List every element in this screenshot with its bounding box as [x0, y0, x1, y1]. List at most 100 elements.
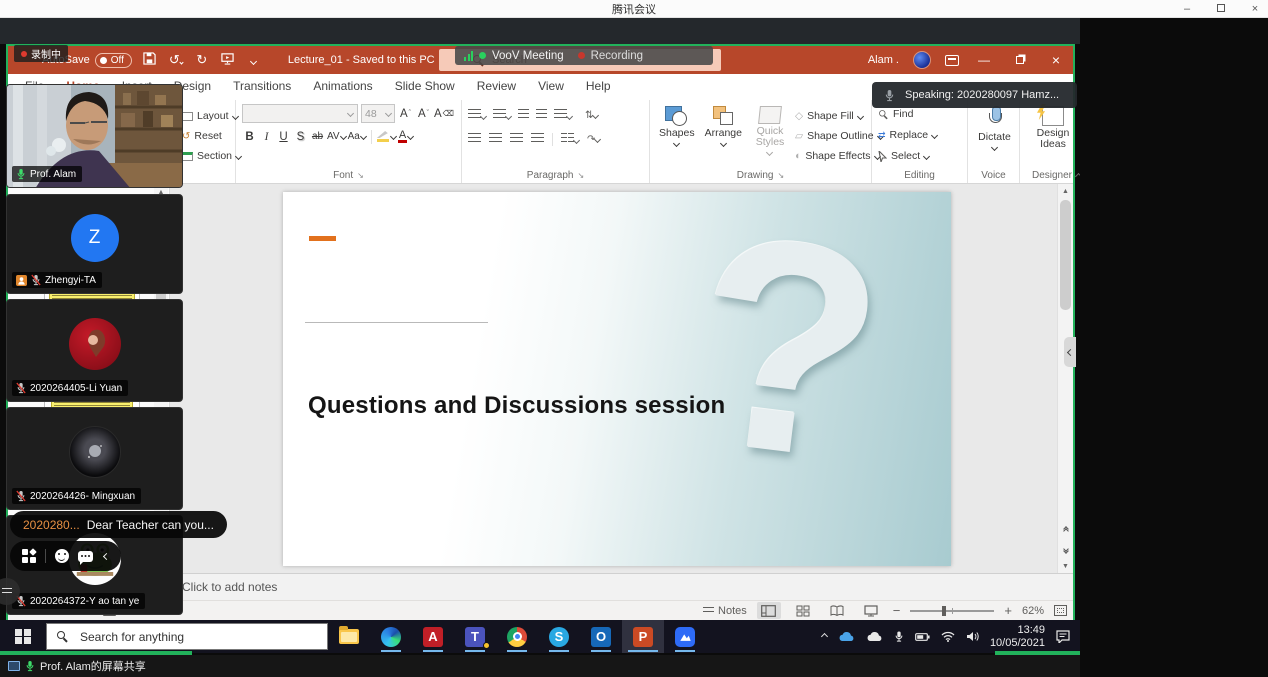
design-ideas-button[interactable]: Design Ideas: [1031, 104, 1075, 168]
convert-smartart-button[interactable]: ↷: [587, 134, 600, 145]
shape-fill-button[interactable]: ◇Shape Fill: [795, 107, 883, 125]
align-center-button[interactable]: [489, 130, 502, 148]
cloud-sync-icon[interactable]: [866, 631, 883, 642]
font-name-combobox[interactable]: [242, 104, 358, 123]
align-left-button[interactable]: [468, 130, 481, 148]
drawing-dialog-launcher[interactable]: ↘: [777, 171, 784, 180]
scrollbar-thumb[interactable]: [1060, 200, 1071, 310]
save-button[interactable]: [142, 52, 158, 69]
scroll-down-icon[interactable]: ▼: [1058, 559, 1073, 573]
align-right-button[interactable]: [510, 130, 523, 148]
character-spacing-button[interactable]: AV: [327, 128, 346, 145]
participant-tile-zhengyi[interactable]: Z Zhengyi-TA: [6, 194, 183, 294]
teams-taskbar-icon[interactable]: T: [454, 620, 496, 653]
start-button[interactable]: [0, 620, 46, 653]
voov-taskbar-icon[interactable]: [664, 620, 706, 653]
tab-slide-show[interactable]: Slide Show: [384, 75, 466, 100]
section-button[interactable]: Section: [182, 147, 241, 165]
dictate-button[interactable]: Dictate: [975, 104, 1014, 168]
ribbon-display-options-icon[interactable]: [945, 55, 959, 66]
tab-view[interactable]: View: [527, 75, 575, 100]
slide-title[interactable]: Questions and Discussions session: [308, 392, 725, 420]
shape-outline-button[interactable]: ▱Shape Outline: [795, 127, 883, 145]
italic-button[interactable]: I: [259, 128, 274, 145]
edge-taskbar-icon[interactable]: [370, 620, 412, 653]
chat-message-popup[interactable]: 2020280... Dear Teacher can you...: [10, 511, 227, 538]
account-name[interactable]: Alam .: [868, 54, 899, 66]
layout-button[interactable]: Layout: [182, 107, 241, 125]
taskbar-clock[interactable]: 13:49 10/05/2021: [990, 624, 1045, 650]
bullets-button[interactable]: [468, 106, 486, 124]
volume-icon[interactable]: [966, 631, 979, 642]
chat-button[interactable]: [78, 551, 93, 562]
taskbar-search-box[interactable]: [46, 623, 328, 650]
highlight-color-button[interactable]: [377, 128, 396, 145]
action-center-icon[interactable]: [1056, 630, 1070, 643]
shapes-button[interactable]: Shapes: [656, 104, 698, 168]
participant-tile-prof-alam[interactable]: Prof. Alam: [6, 84, 183, 188]
start-presentation-button[interactable]: [220, 52, 236, 69]
line-spacing-button[interactable]: [554, 106, 572, 124]
current-slide[interactable]: Questions and Discussions session ?: [283, 192, 951, 566]
tab-transitions[interactable]: Transitions: [222, 75, 302, 100]
grow-font-button[interactable]: Aˆ: [398, 105, 413, 122]
battery-icon[interactable]: [915, 632, 930, 642]
strikethrough-button[interactable]: ab: [310, 128, 325, 145]
file-explorer-taskbar-icon[interactable]: [328, 620, 370, 653]
tab-help[interactable]: Help: [575, 75, 622, 100]
customize-qat-button[interactable]: [246, 52, 262, 68]
change-case-button[interactable]: Aa: [348, 128, 366, 145]
tab-review[interactable]: Review: [466, 75, 527, 100]
reading-view-button[interactable]: [825, 602, 849, 619]
ppt-close-button[interactable]: ×: [1045, 52, 1067, 68]
reset-button[interactable]: ↺Reset: [182, 127, 241, 145]
decrease-indent-button[interactable]: [518, 106, 529, 124]
taskbar-search-input[interactable]: [78, 629, 258, 645]
select-button[interactable]: Select: [878, 147, 963, 165]
increase-indent-button[interactable]: [536, 106, 547, 124]
replace-button[interactable]: ⇄Replace: [878, 126, 963, 144]
powerpoint-taskbar-icon[interactable]: P: [622, 620, 664, 653]
quick-styles-button[interactable]: Quick Styles: [749, 104, 791, 168]
tray-expand-icon[interactable]: [822, 634, 827, 639]
participant-tile-mingxuan[interactable]: 2020264426- Mingxuan: [6, 407, 183, 510]
microphone-tray-icon[interactable]: [894, 630, 904, 643]
outlook-taskbar-icon[interactable]: O: [580, 620, 622, 653]
os-close-button[interactable]: ×: [1246, 3, 1264, 15]
voov-meeting-overlay-bar[interactable]: VooV Meeting Recording: [455, 46, 713, 65]
previous-slide-button[interactable]: [1060, 523, 1071, 537]
normal-view-button[interactable]: [757, 602, 781, 619]
canvas-scrollbar[interactable]: ▲ ▼: [1057, 184, 1073, 573]
document-title[interactable]: Lecture_01 - Saved to this PC: [288, 54, 446, 66]
underline-button[interactable]: U: [276, 128, 291, 145]
apps-button[interactable]: [22, 549, 36, 563]
slide-sorter-view-button[interactable]: [791, 602, 815, 619]
zoom-level[interactable]: 62%: [1022, 605, 1044, 617]
shrink-font-button[interactable]: Aˇ: [416, 105, 431, 122]
clear-formatting-button[interactable]: A⌫: [434, 105, 454, 122]
chrome-taskbar-icon[interactable]: [496, 620, 538, 653]
scroll-up-icon[interactable]: ▲: [1058, 184, 1073, 198]
skype-taskbar-icon[interactable]: S: [538, 620, 580, 653]
text-direction-button[interactable]: ⇅: [585, 110, 598, 121]
participant-tile-li-yuan[interactable]: 2020264405-Li Yuan: [6, 299, 183, 402]
fit-slide-to-window-button[interactable]: [1054, 605, 1067, 616]
notes-pane[interactable]: Click to add notes: [170, 573, 1073, 600]
video-panel-collapse-handle[interactable]: [1064, 337, 1076, 367]
tab-animations[interactable]: Animations: [302, 75, 383, 100]
undo-button[interactable]: ↺: [168, 52, 184, 68]
numbering-button[interactable]: [493, 106, 511, 124]
collapse-toolbar-button[interactable]: [102, 552, 109, 559]
arrange-button[interactable]: Arrange: [702, 104, 745, 168]
wifi-icon[interactable]: [941, 631, 955, 642]
justify-button[interactable]: [531, 130, 544, 148]
onedrive-icon[interactable]: [838, 631, 855, 642]
redo-button[interactable]: ↻: [194, 52, 210, 68]
reactions-button[interactable]: [55, 549, 69, 563]
zoom-in-button[interactable]: +: [1004, 603, 1012, 618]
zoom-slider[interactable]: [910, 610, 994, 612]
zoom-slider-thumb[interactable]: [942, 606, 946, 616]
zoom-out-button[interactable]: −: [893, 603, 901, 618]
columns-button[interactable]: [561, 130, 579, 148]
shape-effects-button[interactable]: ◐Shape Effects: [795, 147, 883, 165]
